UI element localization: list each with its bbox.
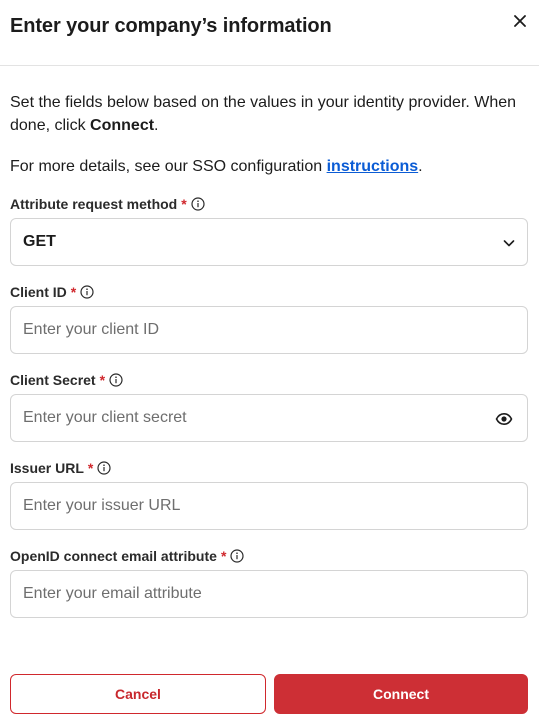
info-icon[interactable]	[230, 549, 244, 563]
required-marker: *	[87, 460, 94, 476]
issuer-url-label: Issuer URL *	[10, 459, 111, 477]
dialog-title: Enter your company’s information	[10, 15, 332, 37]
info-icon[interactable]	[80, 285, 94, 299]
method-select-value: GET	[23, 233, 56, 250]
method-select[interactable]: GET	[10, 218, 528, 266]
email-attribute-label: OpenID connect email attribute *	[10, 547, 244, 565]
intro-connect-emphasis: Connect	[90, 117, 155, 134]
client-id-input[interactable]	[11, 307, 527, 353]
intro-text: Set the fields below based on the values…	[10, 94, 517, 134]
info-icon[interactable]	[97, 461, 111, 475]
chevron-down-icon	[501, 235, 517, 251]
client-id-field[interactable]	[10, 306, 528, 354]
connect-button[interactable]: Connect	[274, 674, 528, 714]
client-secret-field[interactable]	[10, 394, 528, 442]
close-icon[interactable]	[510, 11, 530, 31]
method-label: Attribute request method *	[10, 195, 205, 213]
cancel-button[interactable]: Cancel	[10, 674, 266, 714]
eye-icon[interactable]	[495, 410, 513, 428]
instructions-link[interactable]: instructions	[327, 158, 419, 175]
client-secret-label: Client Secret *	[10, 371, 123, 389]
details-text: For more details, see our SSO configurat…	[10, 158, 423, 175]
required-marker: *	[181, 196, 187, 212]
issuer-url-field[interactable]	[10, 482, 528, 530]
email-attribute-input[interactable]	[11, 571, 527, 617]
client-secret-input[interactable]	[11, 395, 527, 441]
email-attribute-field[interactable]	[10, 570, 528, 618]
info-icon[interactable]	[109, 373, 123, 387]
client-id-label: Client ID *	[10, 283, 94, 301]
required-marker: *	[220, 548, 227, 564]
issuer-url-input[interactable]	[11, 483, 527, 529]
dialog-header: Enter your company’s information	[0, 0, 539, 66]
required-marker: *	[99, 372, 106, 388]
required-marker: *	[70, 284, 77, 300]
info-icon[interactable]	[191, 197, 205, 211]
